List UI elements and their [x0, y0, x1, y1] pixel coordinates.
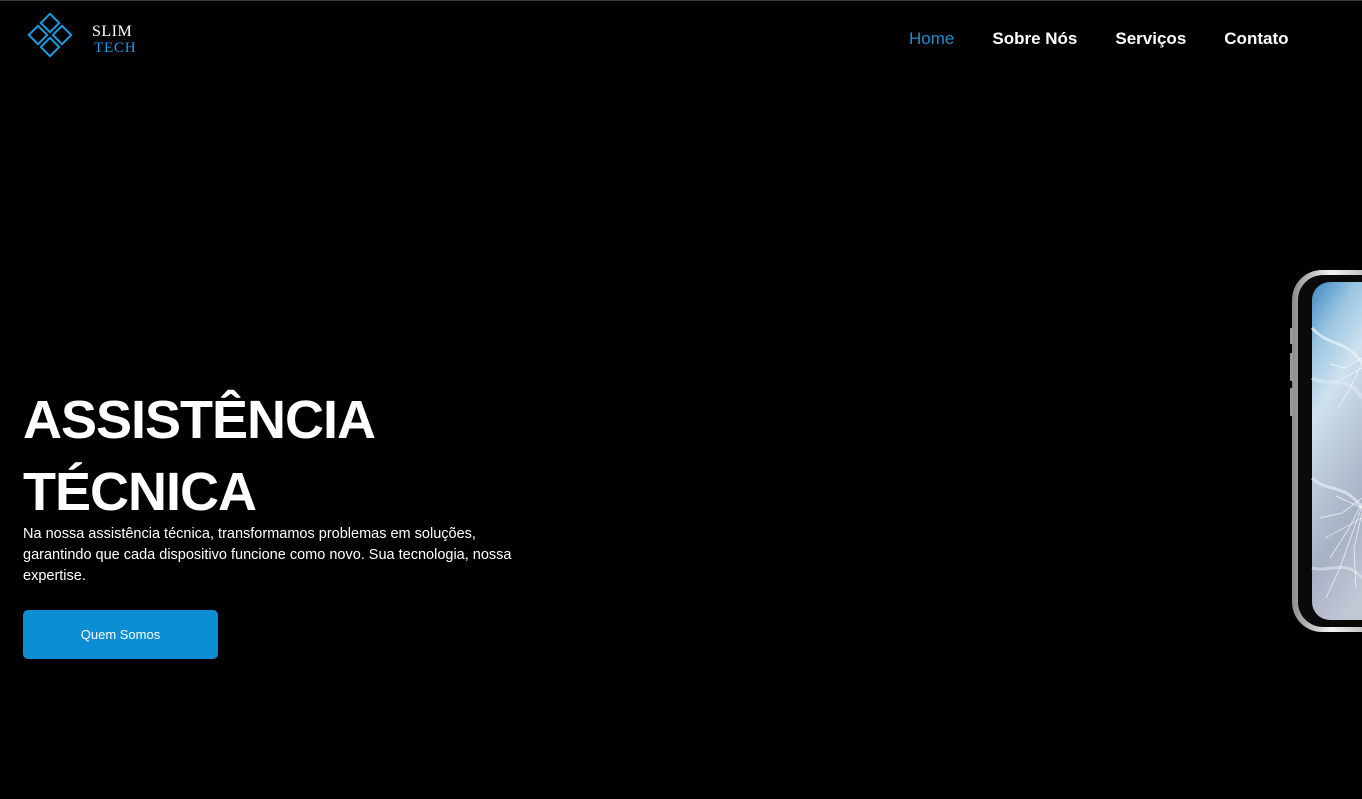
- nav-item-contato[interactable]: Contato: [1224, 29, 1288, 49]
- hero-description: Na nossa assistência técnica, transforma…: [23, 526, 512, 584]
- hero-title-line1: ASSISTÊNCIA: [23, 390, 376, 450]
- quem-somos-button[interactable]: Quem Somos: [23, 610, 218, 659]
- nav-item-servicos[interactable]: Serviços: [1115, 29, 1186, 49]
- diamond-grid-logo-icon: [25, 13, 77, 65]
- hero-title: ASSISTÊNCIA TÉCNICA: [23, 384, 543, 528]
- nav-item-home[interactable]: Home: [909, 29, 954, 49]
- brand-wordmark: SLIM TECH: [92, 23, 136, 57]
- nav-item-sobre-nos[interactable]: Sobre Nós: [992, 29, 1077, 49]
- hero-title-line2: TÉCNICA: [23, 462, 257, 522]
- main-nav: Home Sobre Nós Serviços Contato: [909, 29, 1289, 49]
- top-border: [0, 0, 1362, 1]
- brand-name-line1: SLIM: [92, 22, 133, 40]
- page: SLIM TECH Home Sobre Nós Serviços Contat…: [0, 0, 1362, 799]
- cracked-smartphone-image: [1290, 268, 1362, 634]
- brand-name-line2: TECH: [94, 39, 137, 56]
- brand-logo-link[interactable]: SLIM TECH: [25, 13, 136, 65]
